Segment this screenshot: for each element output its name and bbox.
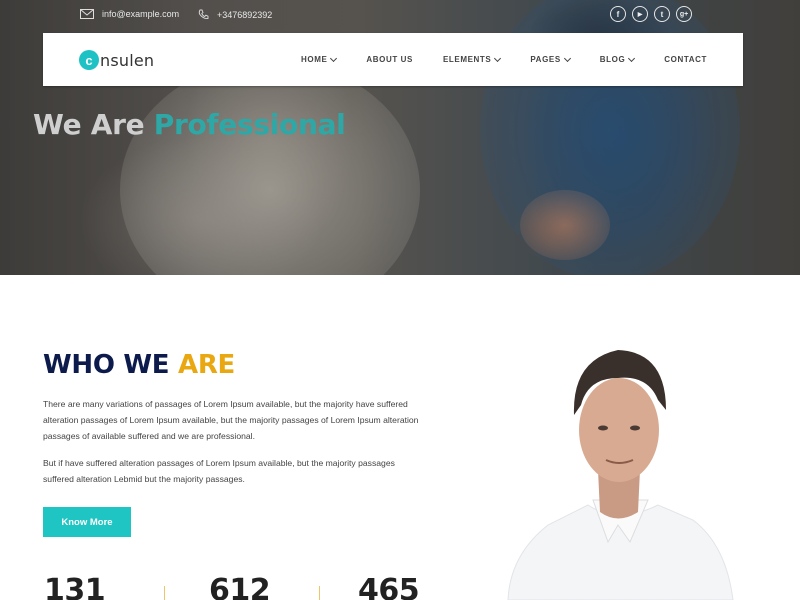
- about-title: WHO WE ARE: [43, 350, 235, 380]
- navbar: c nsulen HOME ABOUT US ELEMENTS PAGES BL…: [43, 33, 743, 86]
- nav-item-home[interactable]: HOME: [301, 54, 338, 64]
- hero-photo-shape: [120, 60, 420, 275]
- about-title-part1: WHO WE: [43, 350, 170, 380]
- portrait-face: [579, 378, 659, 482]
- hero-title: We Are Professional: [33, 108, 346, 141]
- stat-divider: [164, 586, 165, 600]
- about-title-part2: ARE: [178, 350, 236, 380]
- about-paragraph-1: There are many variations of passages of…: [43, 399, 419, 441]
- stat-value: 131: [44, 573, 106, 600]
- hero-photo-shape: [520, 190, 610, 260]
- nav-label: ELEMENTS: [442, 55, 492, 64]
- google-plus-icon[interactable]: g+: [676, 6, 692, 22]
- about-paragraph-2: But if have suffered alteration passages…: [43, 458, 395, 484]
- envelope-icon: [80, 9, 94, 19]
- team-portrait: [507, 350, 734, 600]
- hero-title-part1: We Are: [33, 108, 145, 141]
- nav-label: HOME: [301, 55, 328, 64]
- phone-contact[interactable]: +3476892392: [198, 9, 272, 20]
- email-contact[interactable]: info@example.com: [80, 9, 179, 19]
- nav-label: CONTACT: [664, 55, 707, 64]
- facebook-icon[interactable]: f: [610, 6, 626, 22]
- stat-value: 465: [358, 573, 420, 600]
- stat-value: 612: [209, 573, 271, 600]
- stat-divider: [319, 586, 320, 600]
- hero-title-part2: Professional: [153, 108, 346, 141]
- twitter-icon[interactable]: t: [654, 6, 670, 22]
- logo[interactable]: c nsulen: [79, 50, 154, 70]
- chevron-down-icon: [628, 54, 636, 62]
- nav-item-contact[interactable]: CONTACT: [664, 55, 707, 64]
- chevron-down-icon: [330, 54, 338, 62]
- nav-item-elements[interactable]: ELEMENTS: [442, 54, 502, 64]
- nav-label: ABOUT US: [366, 55, 413, 64]
- chevron-down-icon: [494, 54, 502, 62]
- page: info@example.com +3476892392 f ▶ t g+ c …: [0, 0, 800, 600]
- phone-icon: [198, 9, 209, 19]
- top-bar: info@example.com +3476892392 f ▶ t g+: [0, 0, 800, 33]
- phone-text: +3476892392: [217, 9, 273, 20]
- youtube-icon[interactable]: ▶: [632, 6, 648, 22]
- logo-text: nsulen: [100, 50, 155, 70]
- logo-mark: c: [79, 50, 99, 70]
- main-nav: HOME ABOUT US ELEMENTS PAGES BLOG CONTAC…: [301, 33, 707, 86]
- chevron-down-icon: [563, 54, 571, 62]
- know-more-button[interactable]: Know More: [43, 507, 131, 537]
- nav-label: PAGES: [530, 55, 561, 64]
- social-links: f ▶ t g+: [610, 6, 692, 22]
- nav-item-blog[interactable]: BLOG: [599, 54, 636, 64]
- nav-label: BLOG: [599, 55, 626, 64]
- nav-item-about-us[interactable]: ABOUT US: [366, 55, 413, 64]
- email-text: info@example.com: [102, 9, 180, 19]
- nav-item-pages[interactable]: PAGES: [530, 54, 571, 64]
